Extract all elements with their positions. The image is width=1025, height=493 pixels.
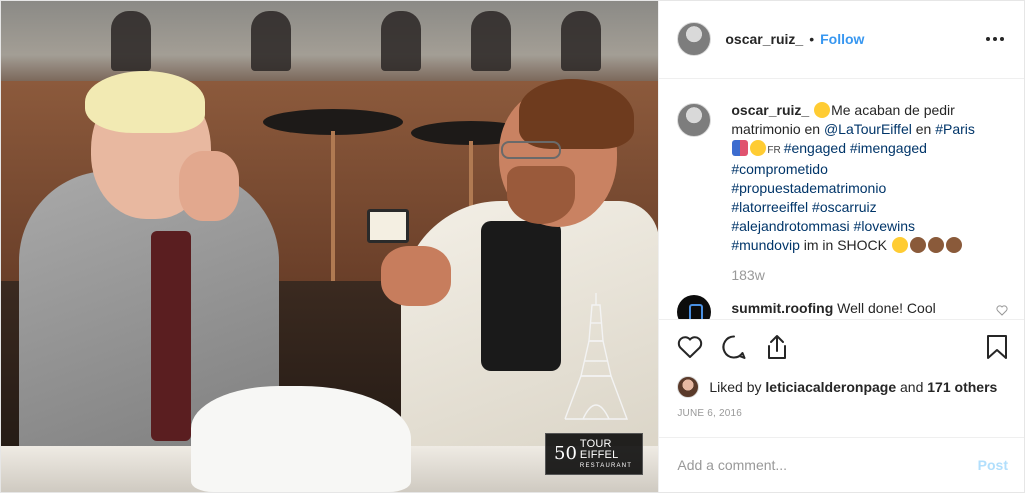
hashtag-link[interactable]: #imengaged — [850, 140, 927, 156]
likes-others-link[interactable]: 171 others — [927, 379, 997, 395]
likes-row: Liked by leticiacalderonpage and 171 oth… — [659, 374, 1024, 400]
comment-text: summit.roofing Well done! Cool — [731, 300, 935, 316]
hashtag-link[interactable]: #comprometido — [731, 161, 828, 177]
photo-man-right-beard — [507, 166, 575, 224]
comment-icon[interactable] — [721, 334, 747, 360]
photo-scene: 50 TOUR EIFFEL RESTAURANT — [1, 1, 659, 492]
logo-number: 50 — [554, 443, 577, 464]
author-avatar[interactable] — [677, 22, 712, 57]
caption-text-end: im in SHOCK — [799, 236, 891, 253]
restaurant-logo: 50 TOUR EIFFEL RESTAURANT — [545, 433, 643, 475]
comment-like-heart-icon[interactable] — [996, 304, 1008, 316]
photo-background-person — [561, 11, 601, 71]
photo-man-left-hair — [85, 71, 205, 133]
caption-text-2: en — [911, 120, 936, 137]
hashtag-link[interactable]: #propuestadematrimonio — [731, 180, 886, 196]
photo-man-left-tie — [151, 231, 191, 441]
photo-background-person — [111, 11, 151, 71]
caption-avatar[interactable] — [677, 102, 712, 137]
comment-input[interactable] — [677, 457, 978, 474]
post-comment-button[interactable]: Post — [978, 457, 1008, 473]
likes-text: Liked by leticiacalderonpage and 171 oth… — [709, 379, 997, 395]
heart-icon[interactable] — [677, 335, 703, 359]
hashtag-link[interactable]: #engaged — [784, 140, 846, 156]
caption-text: oscar_ruiz_ Me acaban de pedir matrimoni… — [731, 101, 999, 255]
hashtag-link[interactable]: #lovewins — [854, 218, 915, 234]
hashtag-link[interactable]: #latorreeiffel — [731, 199, 808, 215]
shocked-face-emoji-icon — [814, 101, 831, 118]
hear-no-evil-monkey-emoji-icon — [927, 236, 944, 253]
mention-link[interactable]: @LaTourEiffel — [824, 121, 912, 137]
post-actions-bar — [659, 319, 1024, 374]
photo-background-person — [381, 11, 421, 71]
post-date[interactable]: JUNE 6, 2016 — [659, 400, 1024, 437]
photo-glasses — [501, 141, 561, 159]
eiffel-tower-icon — [564, 293, 629, 420]
comment-row: summit.roofing Well done! Cool — [677, 294, 1008, 320]
caption-timestamp[interactable]: 183w — [731, 267, 1008, 283]
photo-background-person — [471, 11, 511, 71]
hashtag-link[interactable]: #Paris — [935, 121, 975, 137]
couple-emoji-icon — [732, 139, 749, 156]
photo-man-right-hand — [381, 246, 451, 306]
shocked-face-emoji-icon — [891, 236, 908, 253]
flag-icon: FR — [767, 144, 781, 156]
header-separator: • — [809, 31, 815, 48]
photo-ring-box — [367, 209, 409, 243]
caption-row: oscar_ruiz_ Me acaban de pedir matrimoni… — [677, 101, 1008, 255]
likes-and: and — [896, 378, 928, 395]
post-header: oscar_ruiz_ • Follow — [659, 1, 1024, 79]
likes-prefix: Liked by — [709, 378, 766, 395]
instagram-post: 50 TOUR EIFFEL RESTAURANT oscar_ruiz_ • … — [0, 0, 1025, 493]
hashtag-link[interactable]: #oscarruiz — [812, 199, 877, 215]
commenter-avatar[interactable] — [677, 294, 712, 320]
bookmark-icon[interactable] — [986, 334, 1008, 360]
photo-napkin — [191, 386, 411, 492]
logo-name: TOUR EIFFEL — [579, 438, 619, 461]
photo-table-leg — [331, 131, 335, 281]
share-icon[interactable] — [765, 334, 789, 360]
hashtag-link[interactable]: #mundovip — [731, 237, 800, 253]
post-photo[interactable]: 50 TOUR EIFFEL RESTAURANT — [1, 1, 659, 492]
author-username[interactable]: oscar_ruiz_ — [725, 31, 803, 47]
logo-subtitle: RESTAURANT — [579, 463, 633, 469]
liker-username[interactable]: leticiacalderonpage — [765, 379, 896, 395]
photo-man-left-hand — [179, 151, 239, 221]
comment-body: Well done! Cool — [837, 299, 936, 316]
hashtag-link[interactable]: #alejandrotommasi — [731, 218, 849, 234]
caption-username[interactable]: oscar_ruiz_ — [731, 102, 809, 118]
commenter-username[interactable]: summit.roofing — [731, 300, 833, 316]
photo-background-ceiling — [1, 1, 659, 91]
photo-background-person — [251, 11, 291, 71]
liker-avatar[interactable] — [677, 375, 700, 398]
grimace-face-emoji-icon — [750, 139, 767, 156]
comments-section[interactable]: oscar_ruiz_ Me acaban de pedir matrimoni… — [659, 79, 1024, 320]
add-comment-bar: Post — [659, 437, 1024, 492]
see-no-evil-monkey-emoji-icon — [909, 236, 926, 253]
post-side-panel: oscar_ruiz_ • Follow oscar_ruiz_ Me acab… — [658, 1, 1024, 492]
speak-no-evil-monkey-emoji-icon — [945, 236, 962, 253]
more-options-icon[interactable] — [982, 33, 1008, 45]
photo-man-right-vest — [481, 221, 561, 371]
follow-button[interactable]: Follow — [820, 31, 864, 47]
